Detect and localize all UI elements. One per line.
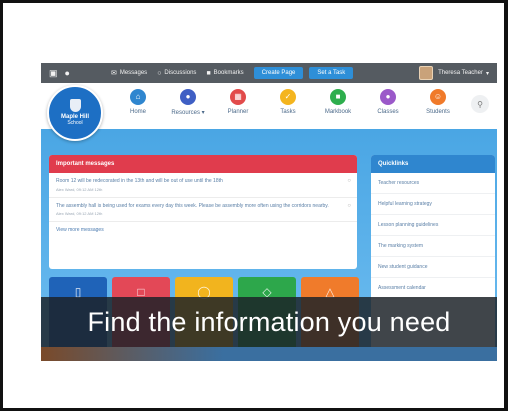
bookmarks-link[interactable]: ■ Bookmarks [206, 70, 243, 77]
bookmarks-label: Bookmarks [213, 70, 244, 76]
nav-label-text: Resources [171, 110, 200, 116]
main-nav: Maple Hill School ⌂ Home ● Resources ▾ ▦… [41, 83, 497, 141]
view-more-messages-link[interactable]: View more messages [49, 222, 357, 238]
nav-markbook[interactable]: ■ Markbook [313, 89, 363, 115]
message-text: The assembly hall is being used for exam… [56, 202, 329, 209]
video-preview[interactable]: ▣ ● ✉ Messages ○ Discussions ■ Bookmarks… [41, 63, 497, 361]
bookmarks-icon: ■ [206, 69, 211, 77]
nav-label: Planner [227, 109, 249, 115]
search-icon[interactable]: ⚲ [471, 95, 489, 113]
nav-tasks[interactable]: ✓ Tasks [263, 89, 313, 115]
globe-icon: ● [180, 89, 196, 105]
video-camera-icon[interactable]: ▣ [49, 68, 58, 78]
quicklink-item[interactable]: Lesson planning guidelines [371, 215, 495, 236]
message-item[interactable]: The assembly hall is being used for exam… [49, 198, 357, 222]
quicklink-item[interactable]: New student guidance [371, 257, 495, 278]
avatar [419, 66, 434, 80]
quicklink-item[interactable]: Helpful learning strategy [371, 194, 495, 215]
nav-resources[interactable]: ● Resources ▾ [163, 89, 213, 116]
message-item[interactable]: Room 12 will be redecorated in the 13th … [49, 173, 357, 198]
nav-label: Classes [377, 109, 399, 115]
message-meta: Alex Ward, 09:12 AM 12th [56, 211, 103, 216]
pin-icon[interactable]: ● [65, 68, 70, 78]
students-icon: ☺ [430, 89, 446, 105]
chevron-down-icon: ▾ [485, 70, 489, 77]
video-caption: Find the information you need [41, 297, 497, 347]
nav-label: Students [426, 109, 450, 115]
nav-students[interactable]: ☺ Students [413, 89, 463, 115]
user-menu[interactable]: Theresa Teacher ▾ [419, 66, 489, 80]
messages-icon: ✉ [110, 70, 117, 77]
bottom-strip [41, 347, 497, 361]
nav-home[interactable]: ⌂ Home [113, 89, 163, 115]
nav-label: Tasks [280, 109, 296, 115]
messages-title: Important messages [49, 155, 357, 173]
close-icon[interactable]: ○ [347, 178, 351, 184]
messages-label: Messages [119, 70, 148, 76]
top-bar: ▣ ● ✉ Messages ○ Discussions ■ Bookmarks… [41, 63, 497, 83]
discussions-icon: ○ [157, 69, 162, 77]
tasks-icon: ✓ [280, 89, 296, 105]
shield-icon [69, 99, 81, 113]
classes-icon: ● [380, 89, 396, 105]
quicklink-item[interactable]: Teacher resources [371, 173, 495, 194]
nav-classes[interactable]: ● Classes [363, 89, 413, 115]
markbook-icon: ■ [330, 89, 346, 105]
discussions-link[interactable]: ○ Discussions [157, 70, 196, 77]
messages-link[interactable]: ✉ Messages [111, 69, 147, 77]
nav-planner[interactable]: ▦ Planner [213, 89, 263, 115]
user-name: Theresa Teacher [438, 70, 483, 76]
nav-label: Home [129, 109, 146, 115]
nav-label: Markbook [324, 109, 352, 115]
school-logo[interactable]: Maple Hill School [47, 85, 103, 141]
messages-panel: Important messages Room 12 will be redec… [49, 155, 357, 269]
home-icon: ⌂ [130, 89, 146, 105]
create-page-button[interactable]: Create Page [253, 67, 304, 79]
message-meta: Alex Ward, 09:12 AM 12th [56, 186, 103, 192]
quicklinks-title: Quicklinks [371, 155, 495, 173]
nav-label: Resources ▾ [171, 110, 205, 116]
planner-icon: ▦ [230, 89, 246, 105]
discussions-label: Discussions [164, 70, 197, 76]
thumbnail-frame: ▣ ● ✉ Messages ○ Discussions ■ Bookmarks… [0, 0, 508, 411]
quicklink-item[interactable]: The marking system [371, 236, 495, 257]
school-sub: School [67, 120, 83, 127]
close-icon[interactable]: ○ [347, 203, 351, 209]
message-text: Room 12 will be redecorated in the 13th … [56, 178, 223, 184]
set-task-button[interactable]: Set a Task [309, 67, 354, 79]
quicklink-item[interactable]: Assessment calendar [371, 278, 495, 299]
